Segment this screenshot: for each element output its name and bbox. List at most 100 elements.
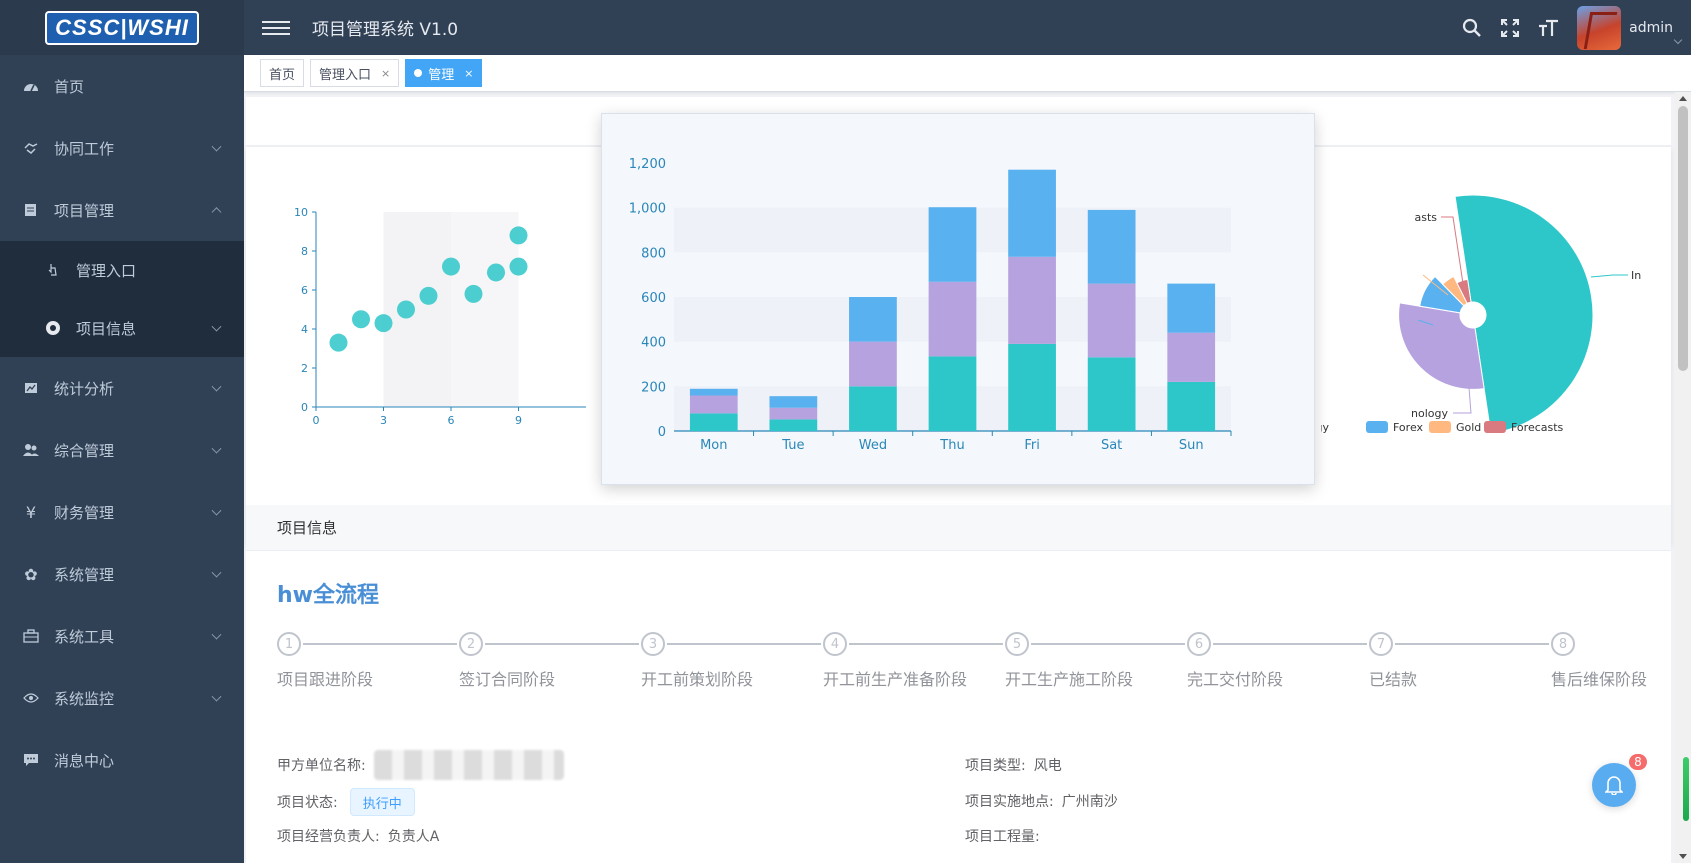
close-icon[interactable]: ×	[464, 67, 473, 80]
chevron-up-icon	[211, 207, 222, 218]
process-step: 3 开工前策划阶段	[641, 632, 753, 689]
pointer-icon	[44, 261, 62, 279]
scatter-point	[419, 286, 438, 305]
step-connector	[1213, 643, 1367, 645]
tag-home[interactable]: 首页	[260, 59, 305, 87]
caret-down-icon[interactable]	[1673, 35, 1683, 45]
step-number: 3	[641, 632, 665, 656]
step-label: 开工生产施工阶段	[1005, 670, 1134, 689]
scroll-thumb[interactable]	[1678, 106, 1688, 371]
flow-title: hw全流程	[277, 583, 379, 608]
sidebar-item-project-mgmt[interactable]: 项目管理	[0, 179, 244, 241]
legend-label: Forecasts	[1511, 421, 1564, 434]
y-tick-label: 0	[658, 425, 666, 440]
scatter-point	[329, 333, 348, 352]
bar-segment	[928, 356, 977, 431]
sidebar: CSSC|WSHI 首页 协同工作 项目管理 管理入口 项目信息 统计分析 综合…	[0, 0, 244, 863]
notification-button[interactable]	[1592, 763, 1636, 807]
sidebar-item-project-info[interactable]: 项目信息	[0, 299, 244, 357]
step-connector	[1395, 643, 1549, 645]
field-label: 项目工程量:	[965, 829, 1040, 845]
font-size-icon[interactable]	[1529, 9, 1567, 47]
field-client: 甲方单位名称:	[277, 750, 564, 780]
sidebar-item-label: 系统监控	[54, 689, 115, 708]
topbar-right: admin	[1453, 0, 1691, 55]
status-badge: 执行中	[349, 788, 415, 816]
chevron-down-icon	[211, 141, 222, 152]
sidebar-item-stats[interactable]: 统计分析	[0, 357, 244, 419]
step-label: 开工前生产准备阶段	[823, 670, 968, 689]
logo-text: CSSC|WSHI	[45, 10, 199, 45]
progress-meter	[1683, 757, 1689, 821]
notification-badge: 8	[1628, 753, 1648, 771]
sidebar-item-system[interactable]: ✿ 系统管理	[0, 543, 244, 605]
search-icon[interactable]	[1453, 9, 1491, 47]
scatter-point	[397, 300, 415, 319]
username[interactable]: admin	[1629, 20, 1673, 36]
stacked-bar-chart: 0 200 400 600 800 1,000 1,200 Mon Tue Wed Thu Fri Sa…	[629, 157, 1232, 453]
chevron-down-icon	[211, 567, 222, 578]
bar-segment	[849, 297, 897, 342]
sidebar-item-finance[interactable]: ¥ 财务管理	[0, 481, 244, 543]
avatar[interactable]	[1577, 5, 1622, 50]
step-connector	[1031, 643, 1185, 645]
sidebar-item-home[interactable]: 首页	[0, 55, 244, 117]
scatter-point	[464, 284, 483, 303]
bar-segment	[689, 388, 738, 396]
plot-band	[451, 212, 519, 407]
step-label: 开工前策划阶段	[641, 670, 754, 689]
sidebar-item-general[interactable]: 综合管理	[0, 419, 244, 481]
tag-mgmt[interactable]: 管理 ×	[405, 59, 483, 87]
sidebar-item-collab[interactable]: 协同工作	[0, 117, 244, 179]
chevron-down-icon	[211, 443, 222, 454]
y-tick-label: 200	[641, 380, 666, 395]
tag-label: 管理入口	[319, 67, 372, 83]
field-value: 负责人A	[387, 829, 440, 845]
section-title: 项目信息	[246, 505, 1671, 551]
chevron-down-icon	[211, 321, 222, 332]
field-manager: 项目经营负责人: 负责人A	[277, 826, 439, 846]
y-tick-label: 1,200	[629, 157, 666, 172]
y-tick-label: 600	[641, 291, 666, 306]
project-info-card: 项目信息 hw全流程 1 项目跟进阶段 2 签订合同阶段 3 开工前策划阶段 4 开工前生产准…	[246, 505, 1671, 863]
field-label: 项目类型:	[965, 758, 1026, 774]
step-number: 7	[1369, 632, 1393, 656]
sidebar-item-monitor[interactable]: 系统监控	[0, 667, 244, 729]
y-tick-label: 4	[301, 323, 308, 336]
chevron-down-icon	[211, 629, 222, 640]
tag-mgmt-entry[interactable]: 管理入口 ×	[310, 59, 400, 87]
chart-popup[interactable]: 0 200 400 600 800 1,000 1,200 Mon Tue Wed Thu Fri Sa…	[601, 113, 1315, 485]
x-tick-label: 3	[380, 414, 387, 427]
y-tick-label: 6	[301, 284, 308, 297]
field-label: 甲方单位名称:	[277, 758, 366, 774]
hamburger-icon[interactable]	[262, 17, 290, 39]
sidebar-item-mgmt-entry[interactable]: 管理入口	[0, 241, 244, 299]
logo[interactable]: CSSC|WSHI	[0, 0, 244, 55]
chevron-down-icon	[211, 691, 222, 702]
redacted-value	[373, 750, 564, 780]
sidebar-item-messages[interactable]: 消息中心	[0, 729, 244, 791]
scroll-up-icon[interactable]	[1679, 96, 1687, 101]
step-connector	[849, 643, 1003, 645]
field-status: 项目状态: 执行中	[277, 788, 415, 816]
bar-segment	[689, 413, 738, 431]
scroll-down-icon[interactable]	[1679, 854, 1687, 859]
fullscreen-icon[interactable]	[1491, 9, 1529, 47]
eye-icon	[22, 689, 40, 707]
plot-band	[383, 212, 451, 407]
scrollbar[interactable]	[1675, 92, 1691, 863]
sidebar-item-tools[interactable]: 系统工具	[0, 605, 244, 667]
close-icon[interactable]: ×	[381, 67, 390, 80]
step-number: 2	[459, 632, 483, 656]
handshake-icon	[22, 139, 40, 157]
bar-segment	[689, 395, 738, 414]
step-label: 完工交付阶段	[1187, 670, 1284, 689]
x-tick-label: Sat	[1101, 438, 1122, 453]
scatter-point	[374, 314, 393, 333]
legend-label: Forex	[1393, 421, 1424, 434]
pie-hole	[1460, 302, 1486, 328]
field-label: 项目状态:	[277, 795, 338, 811]
tag-label: 管理	[428, 67, 455, 83]
process-steps: 1 项目跟进阶段 2 签订合同阶段 3 开工前策划阶段 4 开工前生产准备阶段 5 开工生产施工阶…	[277, 632, 1647, 692]
pie-label: Industries	[1631, 269, 1641, 282]
